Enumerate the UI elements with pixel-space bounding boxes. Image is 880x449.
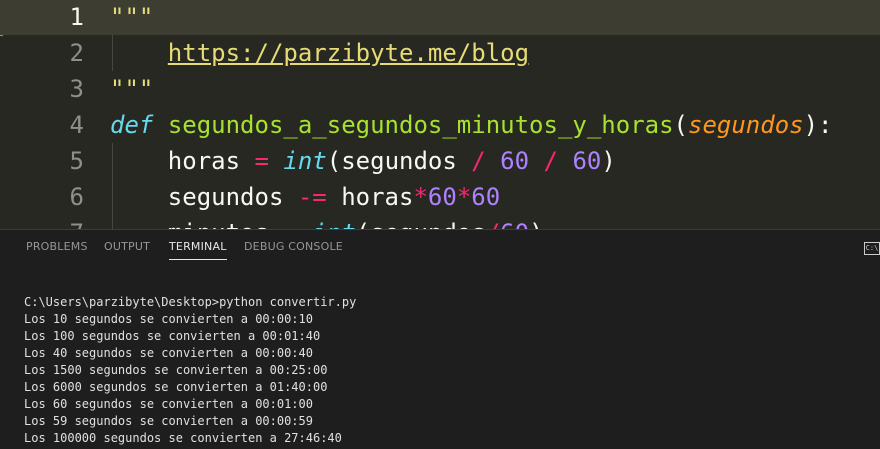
line-number: 2 [69, 39, 84, 67]
terminal-output[interactable]: C:\Users\parzibyte\Desktop>python conver… [24, 294, 874, 447]
code-text: """ [110, 0, 153, 35]
code-token: 60 [572, 147, 602, 175]
code-token: ) [601, 147, 616, 175]
code-token: ): [803, 111, 833, 139]
code-token: = [283, 219, 297, 229]
code-text: https://parzibyte.me/blog [110, 35, 529, 71]
code-editor[interactable]: 1 """ 2 https://parzibyte.me/blog 3 """ 4 def … [0, 0, 880, 229]
line-number: 4 [69, 111, 84, 139]
code-line[interactable]: 7 minutos = int(segundos/60) [0, 215, 880, 229]
code-token: """ [110, 75, 154, 103]
code-token: int [283, 147, 327, 175]
terminal-output-line: Los 1500 segundos se convierten a 00:25:… [24, 363, 328, 377]
code-text: segundos -= horas*60*60 [110, 179, 500, 215]
code-token: -= [297, 183, 327, 211]
code-text: def segundos_a_segundos_minutos_y_horas(… [110, 107, 833, 143]
code-token: / [543, 147, 558, 175]
code-token: * [413, 183, 428, 211]
terminal-shell-icon[interactable]: C:\ [864, 242, 880, 255]
code-text: """ [110, 71, 153, 107]
terminal-output-line: Los 10 segundos se convierten a 00:00:10 [24, 312, 313, 326]
code-token: ( [673, 111, 688, 139]
code-token: (segundos [326, 147, 472, 175]
terminal-output-line: Los 60 segundos se convierten a 00:01:00 [24, 397, 313, 411]
terminal-output-line: Los 59 segundos se convierten a 00:00:59 [24, 414, 313, 428]
code-line[interactable]: 2 https://parzibyte.me/blog [0, 35, 880, 71]
terminal-output-line: Los 100 segundos se convierten a 00:01:4… [24, 329, 321, 343]
code-token: ) [529, 219, 543, 229]
tab-terminal[interactable]: TERMINAL [169, 240, 227, 260]
code-token: horas [326, 183, 414, 211]
terminal-output-line: Los 40 segundos se convierten a 00:00:40 [24, 346, 313, 360]
panel-tabs: PROBLEMS OUTPUT TERMINAL DEBUG CONSOLE C… [0, 230, 880, 266]
line-number: 6 [69, 183, 84, 211]
code-text: horas = int(segundos / 60 / 60) [110, 143, 616, 179]
code-token: segundos_a_segundos_minutos_y_horas [167, 111, 674, 139]
code-token: = [254, 147, 269, 175]
code-line[interactable]: 4 def segundos_a_segundos_minutos_y_horas… [0, 107, 880, 143]
terminal-command-line: C:\Users\parzibyte\Desktop>python conver… [24, 295, 357, 309]
line-number: 7 [0, 215, 84, 229]
code-token: 60 [500, 219, 529, 229]
code-token: segundos [110, 183, 298, 211]
code-token: 60 [427, 183, 457, 211]
terminal-output-line: Los 100000 segundos se convierten a 27:4… [24, 431, 342, 445]
code-token: def [110, 111, 154, 139]
code-token: 60 [500, 147, 530, 175]
code-token: * [456, 183, 472, 211]
tab-debug-console[interactable]: DEBUG CONSOLE [244, 240, 343, 259]
code-token[interactable]: https://parzibyte.me/blog [168, 39, 529, 67]
terminal-output-line: Los 6000 segundos se convierten a 01:40:… [24, 380, 328, 394]
code-token: 60 [471, 183, 501, 211]
code-line[interactable]: 1 """ [0, 0, 880, 35]
code-token: / [486, 219, 500, 229]
tab-output[interactable]: OUTPUT [104, 240, 150, 259]
code-line[interactable]: 3 """ [0, 71, 880, 107]
tab-problems[interactable]: PROBLEMS [26, 240, 88, 259]
code-token: segundos [688, 111, 804, 139]
code-token: minutos [110, 219, 283, 229]
bottom-panel: PROBLEMS OUTPUT TERMINAL DEBUG CONSOLE C… [0, 229, 880, 449]
code-line[interactable]: 5 horas = int(segundos / 60 / 60) [0, 143, 880, 179]
code-line[interactable]: 6 segundos -= horas*60*60 [0, 179, 880, 215]
code-text: minutos = int(segundos/60) [110, 215, 544, 229]
code-token: int [312, 219, 355, 229]
line-number: 5 [69, 147, 84, 175]
line-number: 3 [69, 75, 84, 103]
code-token: (segundos [356, 219, 486, 229]
code-token: / [471, 147, 486, 175]
code-token: """ [110, 3, 154, 31]
line-number: 1 [69, 3, 84, 31]
code-token: horas [110, 147, 255, 175]
